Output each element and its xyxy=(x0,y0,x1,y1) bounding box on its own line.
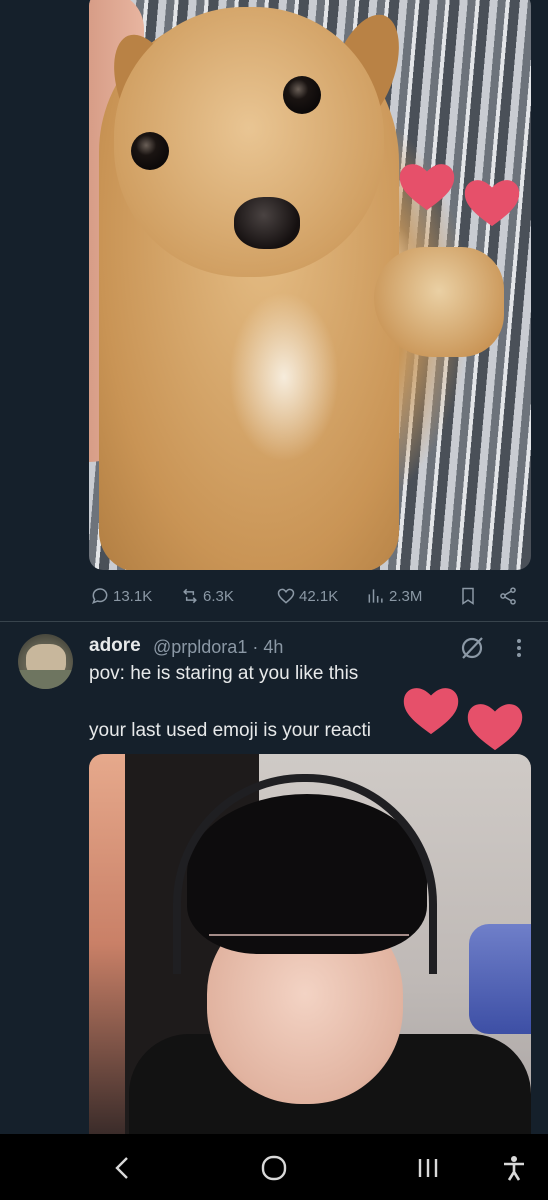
bookmark-button[interactable] xyxy=(458,584,481,608)
tweet-text-line-2: your last used emoji is your reacti xyxy=(89,720,371,741)
puppy-eye-left xyxy=(131,132,169,170)
heart-sticker-icon xyxy=(464,180,520,227)
bar-chart-icon xyxy=(368,589,383,603)
reply-count: 13.1K xyxy=(113,587,153,605)
puppy-nose xyxy=(234,197,300,249)
speech-bubble-icon xyxy=(92,588,108,604)
puppy-paw xyxy=(374,247,504,357)
tweet-text-line-1: pov: he is staring at you like this xyxy=(89,663,359,684)
puppy-chest xyxy=(229,292,339,462)
recents-icon xyxy=(418,1159,438,1177)
share-icon xyxy=(500,587,516,605)
post-divider xyxy=(0,621,548,622)
nav-home-button[interactable] xyxy=(254,1150,294,1186)
bookmark-icon xyxy=(462,587,474,605)
heart-icon xyxy=(277,588,295,604)
views-button[interactable]: 2.3M xyxy=(366,584,422,608)
share-button[interactable] xyxy=(498,584,521,608)
like-count: 42.1K xyxy=(299,587,339,605)
more-vertical-icon[interactable] xyxy=(510,636,528,660)
chair-accent xyxy=(469,924,531,1034)
reply-button[interactable]: 13.1K xyxy=(90,584,152,608)
heart-sticker-icon xyxy=(467,704,523,751)
puppy-eye-right xyxy=(283,76,321,114)
nav-back-button[interactable] xyxy=(102,1150,142,1186)
avatar[interactable] xyxy=(18,634,73,689)
glasses xyxy=(209,934,409,952)
repost-count: 6.3K xyxy=(203,587,234,605)
heart-sticker-icon xyxy=(403,688,459,735)
chevron-left-icon xyxy=(115,1157,128,1179)
post-image-puppy[interactable] xyxy=(89,0,531,570)
avatar-ground xyxy=(18,670,73,689)
post-image-person[interactable] xyxy=(89,754,531,1134)
display-name[interactable]: adore xyxy=(89,635,141,657)
bg-left-strip xyxy=(89,754,125,1134)
home-circle-icon xyxy=(261,1155,287,1181)
handle-time[interactable]: @prpldora1 · 4h xyxy=(153,637,283,658)
repost-icon xyxy=(183,588,197,604)
views-count: 2.3M xyxy=(389,587,423,605)
grok-icon[interactable] xyxy=(458,634,486,662)
like-button[interactable]: 42.1K xyxy=(276,584,338,608)
accessibility-icon xyxy=(504,1156,524,1181)
nav-accessibility-button[interactable] xyxy=(494,1150,534,1186)
heart-sticker-icon xyxy=(399,164,455,211)
nav-recents-button[interactable] xyxy=(408,1150,448,1186)
repost-button[interactable]: 6.3K xyxy=(180,584,234,608)
